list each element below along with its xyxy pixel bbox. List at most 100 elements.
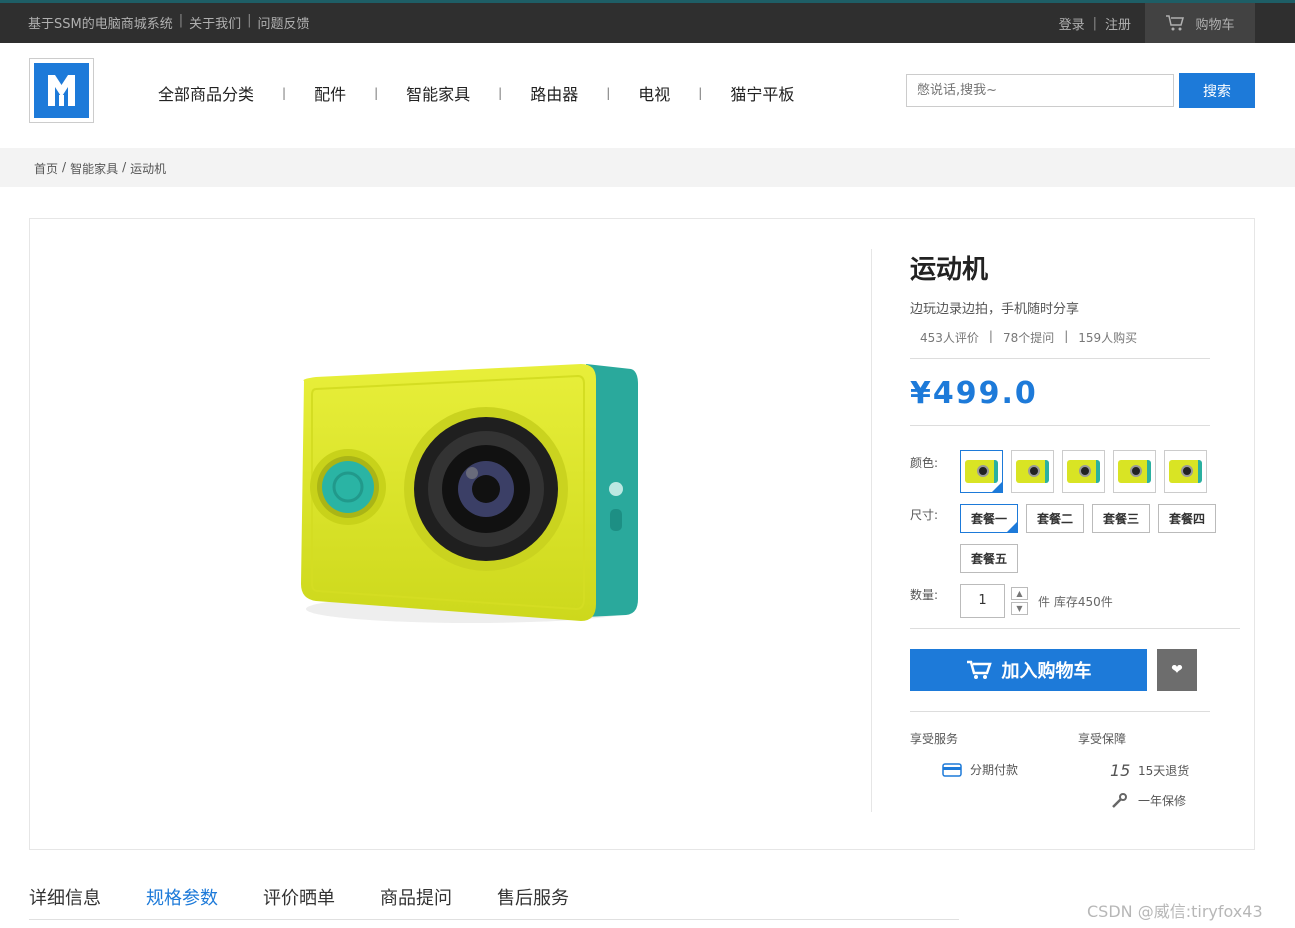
- service-installment: 分期付款: [910, 761, 1078, 778]
- nav-item-smart-home[interactable]: 智能家具: [406, 81, 470, 105]
- size-options: 套餐一 套餐二 套餐三 套餐四 套餐五: [960, 504, 1230, 573]
- breadcrumb: 首页 / 智能家具 / 运动机: [34, 160, 166, 177]
- tab-questions[interactable]: 商品提问: [380, 870, 452, 919]
- nav-separator: |: [374, 86, 379, 100]
- question-count[interactable]: 78个提问: [1003, 329, 1054, 346]
- fifteen-days-icon: 15: [1110, 761, 1131, 780]
- guarantee-column: 享受保障 15 15天退货 一年保修: [1078, 730, 1189, 809]
- nav-item-accessories[interactable]: 配件: [314, 81, 346, 105]
- quantity-stepper: ▲ ▼: [1011, 587, 1028, 615]
- color-option-5[interactable]: [1164, 450, 1207, 493]
- stock-text: 件 库存450件: [1038, 594, 1113, 609]
- breadcrumb-category[interactable]: 智能家具: [70, 160, 118, 177]
- quantity-input[interactable]: 1: [960, 584, 1005, 618]
- nav-separator: |: [698, 86, 703, 100]
- increment-icon[interactable]: ▲: [1011, 587, 1028, 600]
- separator: |: [1064, 329, 1069, 343]
- about-link[interactable]: 关于我们: [189, 13, 241, 32]
- product-stats: 453人评价 | 78个提问 | 159人购买: [910, 329, 1250, 346]
- add-to-cart-button[interactable]: 加入购物车: [910, 649, 1147, 691]
- size-row: 尺寸: 套餐一 套餐二 套餐三 套餐四 套餐五: [910, 504, 1250, 573]
- product-image: [301, 364, 638, 623]
- site-name-link[interactable]: 基于SSM的电脑商城系统: [28, 13, 173, 32]
- size-option-2[interactable]: 套餐二: [1026, 504, 1085, 533]
- cart-icon: [1166, 15, 1185, 31]
- cart-icon: [966, 660, 992, 679]
- site-logo[interactable]: [29, 58, 94, 123]
- add-to-cart-label: 加入购物车: [1001, 661, 1092, 682]
- quantity-row: 数量: 1 ▲ ▼ 件 库存450件: [910, 584, 1250, 618]
- nav-item-tv[interactable]: 电视: [638, 81, 670, 105]
- size-option-1[interactable]: 套餐一: [960, 504, 1019, 533]
- services-column: 享受服务 分期付款: [910, 730, 1078, 809]
- size-option-5[interactable]: 套餐五: [960, 544, 1019, 573]
- divider: [910, 358, 1210, 359]
- color-thumbnail: [1169, 460, 1202, 483]
- nav-item-router[interactable]: 路由器: [530, 81, 578, 105]
- breadcrumb-home[interactable]: 首页: [34, 160, 58, 177]
- wrench-icon: [1112, 792, 1127, 808]
- separator: |: [247, 13, 252, 28]
- nav-item-tablet[interactable]: 猫宁平板: [730, 81, 794, 105]
- search-button[interactable]: 搜索: [1179, 73, 1255, 108]
- main-nav: 全部商品分类 | 配件 | 智能家具 | 路由器 | 电视 | 猫宁平板: [158, 81, 794, 105]
- tab-specs[interactable]: 规格参数: [146, 870, 218, 919]
- separator: |: [178, 13, 184, 28]
- detail-tabs: 详细信息 规格参数 评价晒单 商品提问 售后服务: [29, 870, 959, 920]
- credit-card-icon: [942, 762, 962, 777]
- heart-icon: ❤: [1171, 662, 1183, 678]
- product-subtitle: 边玩边录边拍，手机随时分享: [910, 302, 1080, 317]
- color-option-4[interactable]: [1113, 450, 1156, 493]
- color-thumbnail: [965, 460, 998, 483]
- review-count[interactable]: 453人评价: [920, 329, 979, 346]
- divider: [910, 628, 1240, 629]
- size-label: 尺寸:: [910, 508, 939, 522]
- separator: |: [988, 329, 993, 343]
- size-option-3[interactable]: 套餐三: [1092, 504, 1151, 533]
- product-price: ¥499.0: [910, 376, 1038, 411]
- decrement-icon[interactable]: ▼: [1011, 602, 1028, 615]
- size-option-4[interactable]: 套餐四: [1158, 504, 1217, 533]
- account-links: 登录 | 注册 购物车: [1059, 3, 1295, 43]
- tab-details[interactable]: 详细信息: [29, 870, 101, 919]
- color-thumbnail: [1016, 460, 1049, 483]
- color-label: 颜色:: [910, 456, 939, 470]
- guarantee-title: 享受保障: [1078, 732, 1127, 746]
- search-input[interactable]: [906, 74, 1174, 107]
- product-title: 运动机: [910, 255, 989, 285]
- favorite-button[interactable]: ❤: [1157, 649, 1197, 691]
- top-bar: 基于SSM的电脑商城系统 | 关于我们 | 问题反馈 登录 | 注册 购物车: [0, 0, 1295, 43]
- breadcrumb-separator: /: [122, 160, 127, 174]
- nav-separator: |: [282, 86, 287, 100]
- nav-item-all-categories[interactable]: 全部商品分类: [158, 81, 254, 105]
- installment-label: 分期付款: [970, 763, 1019, 777]
- product-panel: 运动机 边玩边录边拍，手机随时分享 453人评价 | 78个提问 | 159人购…: [29, 218, 1255, 850]
- services-section: 享受服务 分期付款 享受保障 15 15天退货 一年保修: [910, 730, 1250, 809]
- tab-reviews[interactable]: 评价晒单: [263, 870, 335, 919]
- login-link[interactable]: 登录: [1059, 14, 1085, 33]
- breadcrumb-current: 运动机: [130, 162, 167, 176]
- services-title: 享受服务: [910, 732, 959, 746]
- feedback-link[interactable]: 问题反馈: [258, 13, 310, 32]
- tab-after-sales[interactable]: 售后服务: [497, 870, 569, 919]
- action-row: 加入购物车 ❤: [910, 649, 1250, 691]
- warranty-label: 一年保修: [1138, 794, 1187, 808]
- return-label: 15天退货: [1138, 764, 1190, 778]
- breadcrumb-bar: 首页 / 智能家具 / 运动机: [0, 148, 1295, 187]
- cart-button[interactable]: 购物车: [1145, 3, 1255, 43]
- divider: [910, 425, 1210, 426]
- logo-icon: [34, 63, 89, 118]
- separator: |: [1092, 15, 1097, 31]
- color-option-1[interactable]: [960, 450, 1003, 493]
- buyer-count: 159人购买: [1078, 331, 1138, 345]
- color-option-2[interactable]: [1011, 450, 1054, 493]
- color-option-3[interactable]: [1062, 450, 1105, 493]
- cart-label: 购物车: [1195, 17, 1235, 33]
- divider: [910, 711, 1210, 712]
- breadcrumb-separator: /: [62, 160, 67, 174]
- quantity-label: 数量:: [910, 588, 939, 602]
- header: 全部商品分类 | 配件 | 智能家具 | 路由器 | 电视 | 猫宁平板 搜索: [0, 43, 1295, 148]
- register-link[interactable]: 注册: [1105, 14, 1131, 33]
- nav-separator: |: [606, 86, 611, 100]
- selected-corner-icon: [992, 482, 1002, 492]
